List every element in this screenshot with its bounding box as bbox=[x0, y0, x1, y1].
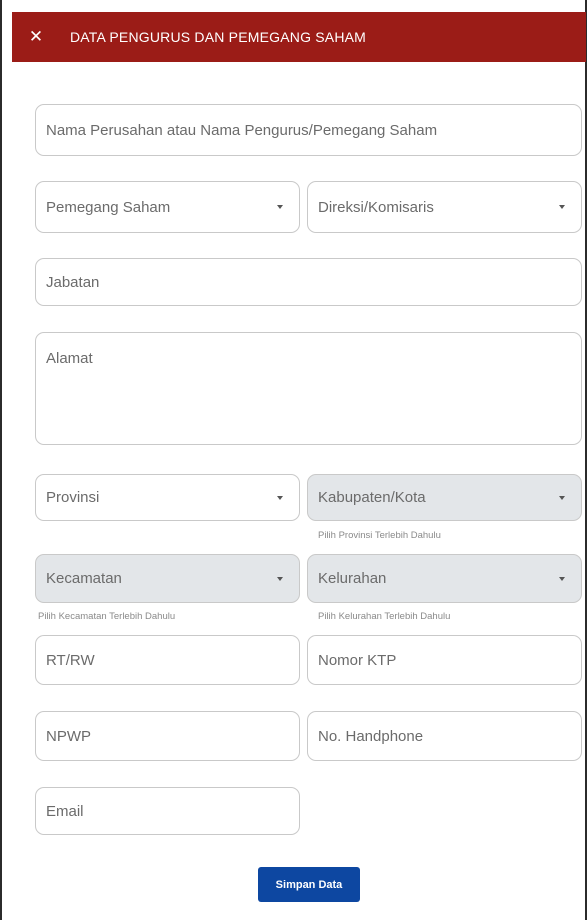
kelurahan-select[interactable]: Kelurahan bbox=[307, 554, 582, 603]
npwp-placeholder: NPWP bbox=[46, 727, 91, 745]
email-placeholder: Email bbox=[46, 802, 84, 820]
dialog-title: DATA PENGURUS DAN PEMEGANG SAHAM bbox=[70, 29, 367, 45]
kabupaten-kota-value: Kabupaten/Kota bbox=[318, 489, 426, 506]
nama-placeholder: Nama Perusahan atau Nama Pengurus/Pemega… bbox=[46, 121, 438, 139]
chevron-down-icon bbox=[277, 495, 283, 500]
jabatan-placeholder: Jabatan bbox=[46, 273, 100, 291]
alamat-textarea[interactable]: Alamat bbox=[35, 332, 582, 445]
chevron-down-icon bbox=[277, 205, 283, 209]
close-icon[interactable]: ✕ bbox=[14, 12, 58, 62]
kelurahan-hint: Pilih Kelurahan Terlebih Dahulu bbox=[318, 611, 451, 622]
simpan-data-button[interactable]: Simpan Data bbox=[258, 867, 360, 902]
provinsi-value: Provinsi bbox=[46, 489, 100, 506]
jabatan-input[interactable]: Jabatan bbox=[35, 258, 582, 306]
kelurahan-value: Kelurahan bbox=[318, 570, 387, 587]
kecamatan-value: Kecamatan bbox=[46, 570, 122, 587]
pemegang-saham-select[interactable]: Pemegang Saham bbox=[35, 181, 300, 233]
kecamatan-hint: Pilih Kecamatan Terlebih Dahulu bbox=[38, 611, 176, 622]
direksi-komisaris-value: Direksi/Komisaris bbox=[318, 198, 434, 216]
email-input[interactable]: Email bbox=[35, 787, 300, 835]
alamat-placeholder: Alamat bbox=[46, 350, 93, 367]
kecamatan-select[interactable]: Kecamatan bbox=[35, 554, 300, 603]
provinsi-select[interactable]: Provinsi bbox=[35, 474, 300, 521]
nomor-ktp-input[interactable]: Nomor KTP bbox=[307, 635, 582, 685]
nomor-ktp-placeholder: Nomor KTP bbox=[318, 651, 397, 669]
kabupaten-kota-hint: Pilih Provinsi Terlebih Dahulu bbox=[318, 530, 441, 541]
chevron-down-icon bbox=[559, 205, 565, 209]
kabupaten-kota-select[interactable]: Kabupaten/Kota bbox=[307, 474, 582, 521]
no-handphone-placeholder: No. Handphone bbox=[318, 727, 424, 745]
nama-input[interactable]: Nama Perusahan atau Nama Pengurus/Pemega… bbox=[35, 104, 582, 156]
chevron-down-icon bbox=[559, 576, 565, 581]
direksi-komisaris-select[interactable]: Direksi/Komisaris bbox=[307, 181, 582, 233]
dialog-header: ✕ DATA PENGURUS DAN PEMEGANG SAHAM bbox=[12, 12, 586, 62]
npwp-input[interactable]: NPWP bbox=[35, 711, 300, 761]
form-dialog: ✕ DATA PENGURUS DAN PEMEGANG SAHAM Nama … bbox=[0, 0, 587, 920]
pemegang-saham-value: Pemegang Saham bbox=[46, 198, 171, 216]
chevron-down-icon bbox=[559, 495, 565, 500]
no-handphone-input[interactable]: No. Handphone bbox=[307, 711, 582, 761]
chevron-down-icon bbox=[277, 576, 283, 581]
rt-rw-placeholder: RT/RW bbox=[46, 651, 95, 669]
rt-rw-input[interactable]: RT/RW bbox=[35, 635, 300, 685]
